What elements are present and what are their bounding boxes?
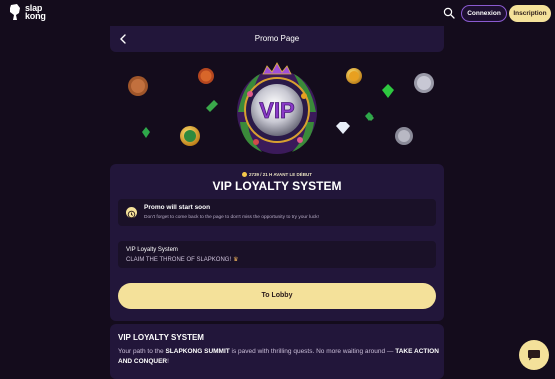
diamond-icon: [336, 122, 350, 134]
promo-title: VIP LOYALTY SYSTEM: [212, 179, 342, 193]
timer-icon: [242, 172, 248, 178]
loyalty-tagline: CLAIM THE THRONE OF SLAPKONG! ♛: [126, 256, 239, 263]
promo-notice: Promo will start soon Don't forget to co…: [118, 199, 436, 226]
green-gem-icon: [142, 127, 150, 138]
description-card: VIP LOYALTY SYSTEM Your path to the SLAP…: [110, 324, 444, 379]
promo-card: 2739 / 21 H AVANT LE DÉBUT VIP LOYALTY S…: [110, 164, 444, 321]
chat-bubble-icon: [528, 350, 540, 361]
top-bar: slap kong Connexion Inscription: [0, 0, 555, 26]
gorilla-logo-icon: [10, 4, 20, 20]
desc-text-part-3: !: [167, 358, 169, 365]
clock-icon: [126, 207, 137, 219]
silver-coin-small-icon: [395, 127, 413, 145]
desc-text-part-2: is paved with thrilling quests. No more …: [229, 348, 396, 355]
description-title: VIP LOYALTY SYSTEM: [118, 333, 204, 342]
clover-icon: [206, 100, 218, 112]
page-header: Promo Page: [110, 26, 444, 52]
countdown: 2739 / 21 H AVANT LE DÉBUT: [110, 172, 444, 178]
bronze-coin-icon: [128, 76, 148, 96]
clover-coin-icon: [180, 126, 200, 146]
search-icon[interactable]: [443, 7, 455, 19]
logo-text: slap kong: [25, 4, 46, 21]
vip-emblem: VIP: [237, 62, 317, 154]
loyalty-info-box: VIP Loyalty System CLAIM THE THRONE OF S…: [118, 241, 436, 268]
chat-support-button[interactable]: [519, 340, 549, 370]
desc-text-part-1: Your path to the: [118, 348, 166, 355]
countdown-text: 2739 / 21 H AVANT LE DÉBUT: [249, 172, 312, 177]
notice-title: Promo will start soon: [144, 204, 211, 211]
loyalty-name: VIP Loyalty System: [126, 247, 178, 253]
gold-coin-icon: [346, 68, 362, 84]
svg-text:VIP: VIP: [259, 98, 294, 123]
vip-hero-illustration: VIP: [128, 62, 434, 154]
notice-text: Don't forget to come back to the page to…: [144, 215, 319, 220]
emerald-icon: [382, 84, 394, 98]
desc-bold-part-1: SLAPKONG SUMMIT: [165, 348, 230, 355]
crown-emoji-icon: ♛: [233, 257, 239, 263]
signup-button[interactable]: Inscription: [509, 5, 551, 22]
logo-line-2: kong: [25, 11, 46, 21]
crown-icon: [262, 62, 292, 75]
login-button[interactable]: Connexion: [461, 5, 507, 22]
description-text: Your path to the SLAPKONG SUMMIT is pave…: [118, 347, 440, 367]
silver-coin-icon: [414, 73, 434, 93]
to-lobby-button[interactable]: To Lobby: [118, 283, 436, 309]
loyalty-tagline-text: CLAIM THE THRONE OF SLAPKONG!: [126, 257, 232, 263]
copper-coin-icon: [198, 68, 214, 84]
page-title: Promo Page: [254, 34, 300, 43]
logo[interactable]: slap kong: [8, 3, 46, 21]
